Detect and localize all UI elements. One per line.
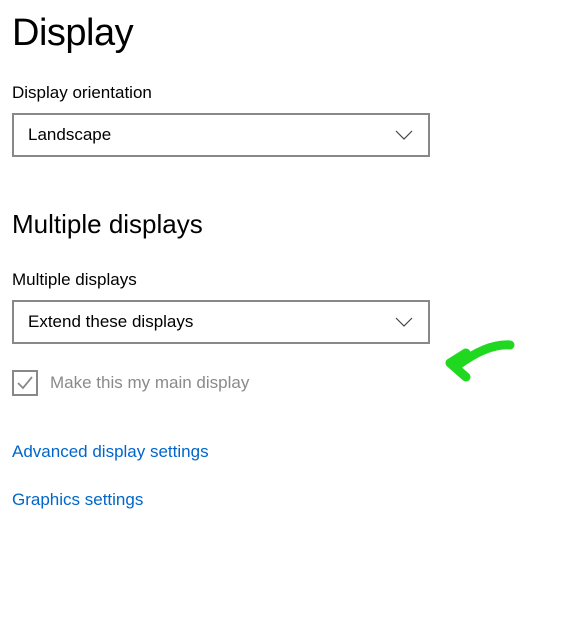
- orientation-dropdown[interactable]: Landscape: [12, 113, 430, 157]
- multiple-displays-dropdown[interactable]: Extend these displays: [12, 300, 430, 344]
- chevron-down-icon: [394, 125, 414, 145]
- chevron-down-icon: [394, 312, 414, 332]
- main-display-checkbox[interactable]: [12, 370, 38, 396]
- multiple-displays-label: Multiple displays: [12, 270, 571, 290]
- orientation-label: Display orientation: [12, 83, 571, 103]
- orientation-value: Landscape: [28, 125, 111, 145]
- multiple-displays-heading: Multiple displays: [12, 209, 571, 240]
- page-title: Display: [12, 12, 571, 55]
- main-display-label: Make this my main display: [50, 373, 249, 393]
- arrow-annotation: [440, 333, 520, 393]
- multiple-displays-value: Extend these displays: [28, 312, 193, 332]
- advanced-display-settings-link[interactable]: Advanced display settings: [12, 442, 571, 462]
- graphics-settings-link[interactable]: Graphics settings: [12, 490, 571, 510]
